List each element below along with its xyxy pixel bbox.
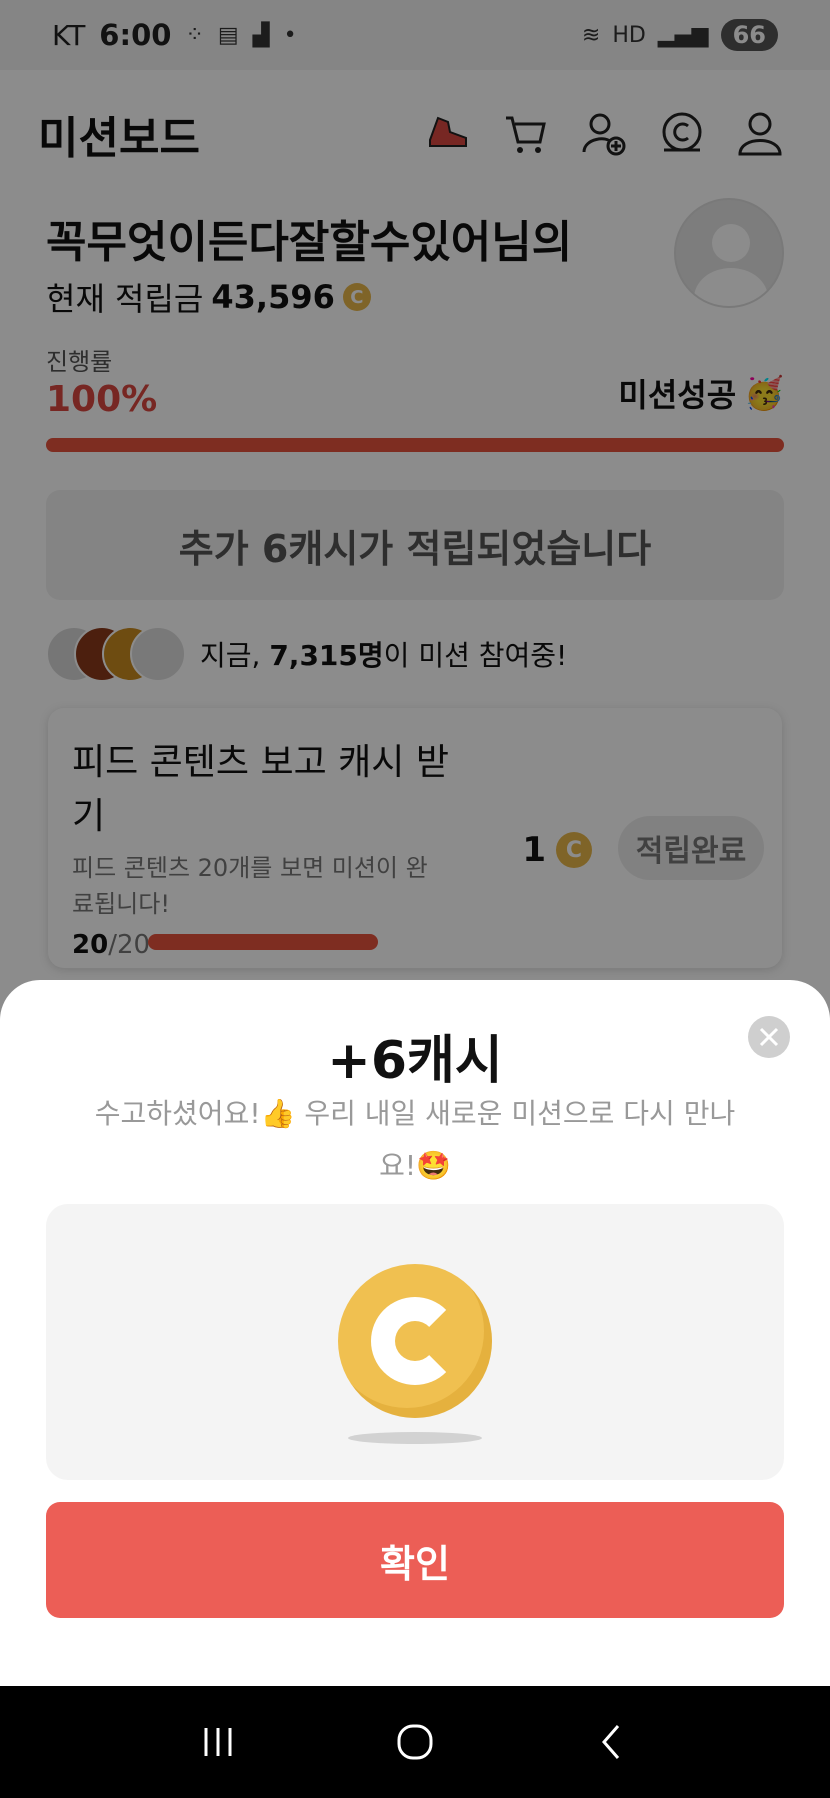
sheet-title: +6캐시	[327, 1031, 503, 1091]
sheet-message: 수고하셨어요!👍 우리 내일 새로운 미션으로 다시 만나요!🤩	[94, 1097, 736, 1182]
back-icon	[601, 1725, 619, 1759]
confirm-button[interactable]: 확인	[46, 1502, 784, 1618]
back-button[interactable]	[582, 1712, 642, 1772]
recent-apps-icon	[204, 1728, 232, 1756]
home-button[interactable]	[385, 1712, 445, 1772]
coin-panel	[46, 1204, 784, 1480]
reward-sheet: +6캐시 수고하셨어요!👍 우리 내일 새로운 미션으로 다시 만나요!🤩 확인	[0, 980, 830, 1686]
coin-icon	[338, 1264, 492, 1418]
coin-shadow	[348, 1432, 482, 1444]
system-nav-bar	[0, 1686, 830, 1798]
home-icon	[397, 1724, 433, 1760]
recent-apps-button[interactable]	[188, 1712, 248, 1772]
